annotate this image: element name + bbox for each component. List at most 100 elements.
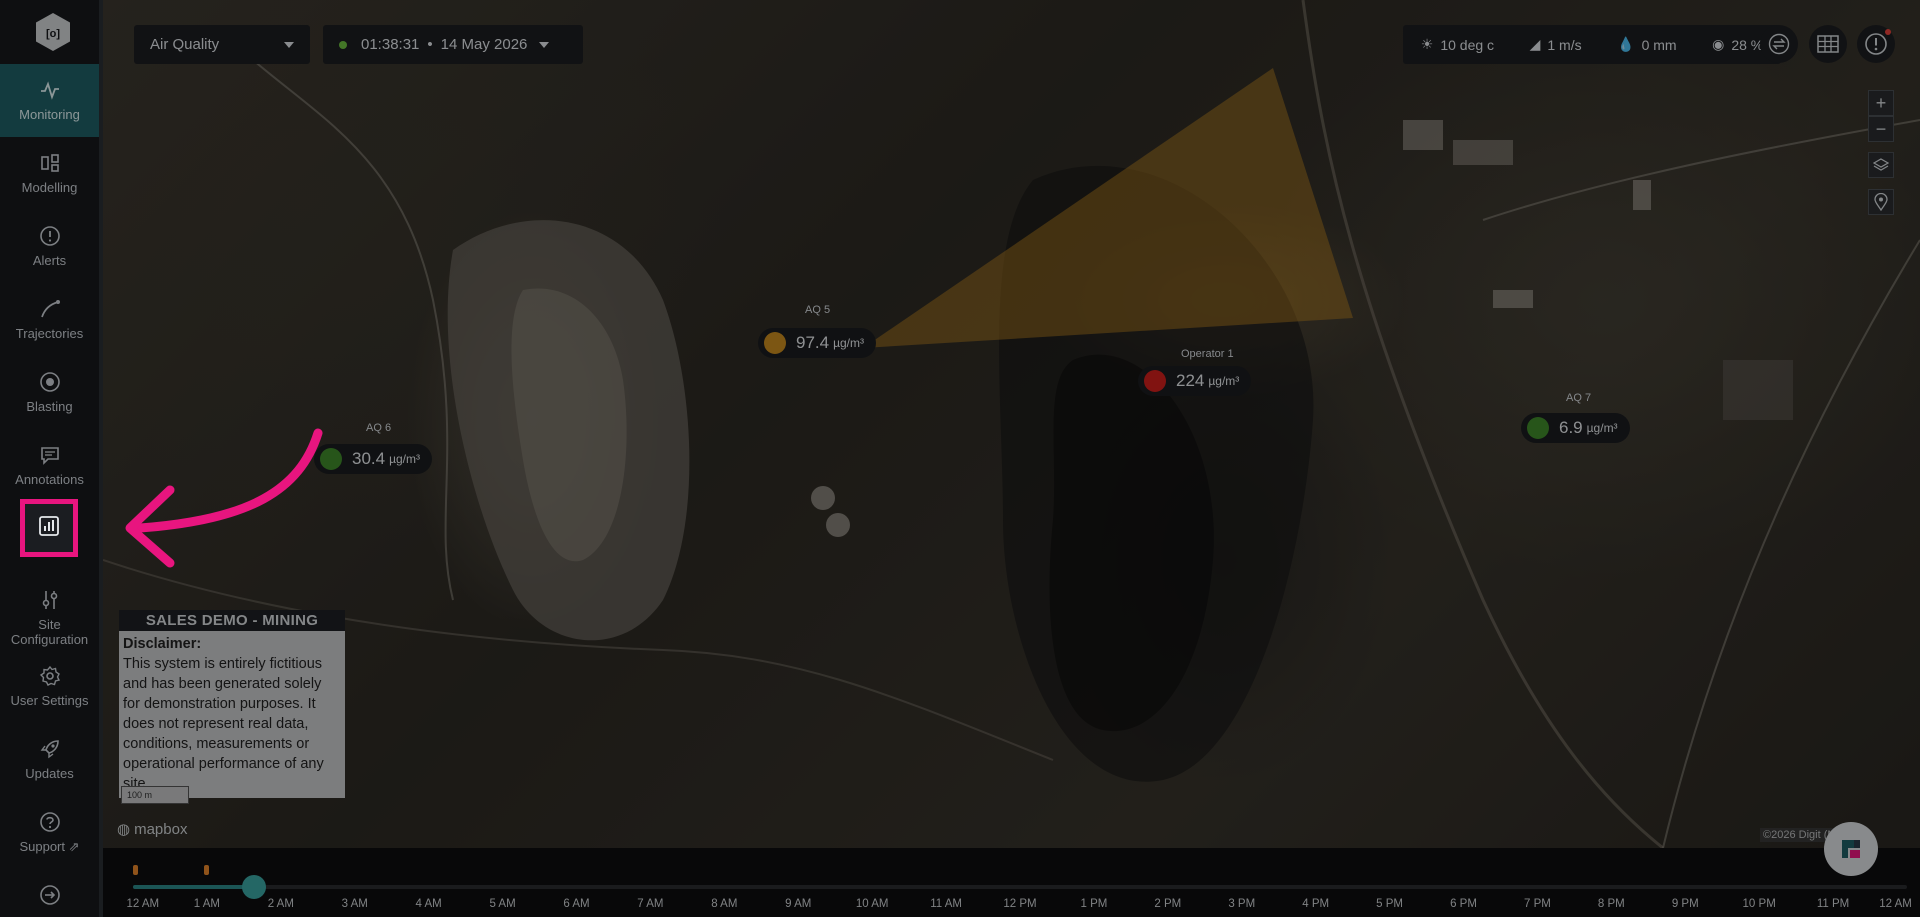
timeline-hour-label: 11 PM: [1816, 898, 1850, 910]
status-dot: [1527, 417, 1549, 439]
timeline-hour-label: 3 PM: [1228, 898, 1256, 910]
satellite-map[interactable]: Air Quality 01:38:31 • 14 May 2026 ☀ 10 d…: [103, 0, 1920, 848]
gear-icon: [39, 665, 61, 687]
help-widget-icon: [1842, 840, 1860, 858]
table-icon: [1817, 35, 1839, 53]
sensor-name: AQ 5: [805, 304, 831, 316]
sidebar-item-trajectories[interactable]: Trajectories: [0, 283, 99, 356]
timeline-hour-label: 9 AM: [785, 898, 812, 910]
weather-temp: ☀ 10 deg c: [1421, 36, 1494, 53]
disclaimer-body: Disclaimer: This system is entirely fict…: [119, 631, 345, 798]
rocket-icon: [39, 738, 61, 760]
sidebar-item-label: Trajectories: [15, 326, 84, 341]
target-icon: [39, 371, 61, 393]
bar-chart-icon: [37, 514, 61, 543]
notification-dot: [1885, 29, 1891, 35]
sidebar-item-label: Site Configuration: [10, 617, 89, 647]
hexagon-logo-icon[interactable]: [o]: [34, 12, 72, 52]
logout-icon: [39, 884, 61, 906]
sidebar-item-modelling[interactable]: Modelling: [0, 137, 99, 210]
sidebar-item-label: Updates: [25, 766, 74, 781]
sidebar-item-label: Support ⇗: [19, 839, 79, 854]
sensor-reading[interactable]: 6.9 µg/m³: [1521, 413, 1630, 443]
sidebar-item-support[interactable]: Support ⇗: [0, 796, 99, 869]
chevron-down-icon: [284, 41, 294, 48]
temp-value: 10 deg c: [1440, 36, 1495, 53]
timeline-hour-label: 7 PM: [1523, 898, 1551, 910]
status-dot: [1144, 370, 1166, 392]
timeline-hour-label: 12 PM: [1003, 898, 1037, 910]
sidebar-item-blasting[interactable]: Blasting: [0, 356, 99, 429]
timeline-hour-label: 11 AM: [930, 898, 962, 910]
sensor-reading[interactable]: 30.4 µg/m³: [314, 444, 433, 474]
sidebar-item-label: Monitoring: [19, 107, 80, 122]
timeline-track[interactable]: [133, 885, 1907, 889]
support-label: Support: [19, 839, 65, 854]
time-select[interactable]: 01:38:31 • 14 May 2026: [323, 25, 583, 64]
alert-circle-icon: [1865, 33, 1887, 55]
timeline-hour-label: 2 AM: [267, 898, 294, 910]
trajectory-icon: [39, 298, 61, 320]
timeline-hour-label: 6 AM: [563, 898, 590, 910]
timeline-hour-label: 5 AM: [489, 898, 516, 910]
status-dot: [764, 332, 786, 354]
sidebar-item-alerts[interactable]: Alerts: [0, 210, 99, 283]
sensor-name: Operator 1: [1181, 348, 1234, 360]
live-status-dot: [339, 40, 347, 49]
dust-plume: [863, 68, 1353, 348]
date-value: 14 May 2026: [440, 36, 528, 53]
time-separator: •: [427, 36, 433, 53]
swap-button[interactable]: [1760, 25, 1798, 63]
timeline-handle[interactable]: [241, 875, 266, 899]
layer-select[interactable]: Air Quality: [134, 25, 310, 64]
sidebar-item-label: Blasting: [26, 399, 73, 414]
disclaimer-title: Disclaimer:: [123, 636, 202, 652]
sensor-value: 30.4: [352, 449, 386, 468]
timeline-hour-label: 4 PM: [1302, 898, 1330, 910]
sensor-reading[interactable]: 97.4 µg/m³: [758, 328, 877, 358]
mapbox-logo[interactable]: ◍ mapbox: [117, 820, 187, 839]
swap-icon: [1768, 33, 1790, 55]
timeline[interactable]: 12 AM 1 AM 2 AM 3 AM 4 AM 5 AM 6 AM 7 AM 8 AM 9 A…: [103, 848, 1920, 917]
grid-view-button[interactable]: [1809, 25, 1847, 63]
timeline-hour-label: 5 PM: [1376, 898, 1403, 910]
humidity-icon: ◉: [1712, 36, 1725, 52]
sidebar-item-site-configuration[interactable]: Site Configuration: [0, 578, 99, 658]
sidebar-item-monitoring[interactable]: Monitoring: [0, 64, 99, 137]
help-widget-button[interactable]: [1824, 822, 1878, 876]
timeline-hour-labels: 12 AM 1 AM 2 AM 3 AM 4 AM 5 AM 6 AM 7 AM 8 AM 9 A…: [103, 898, 1920, 914]
alerts-button[interactable]: [1857, 25, 1895, 63]
weather-humidity: ◉ 28 %: [1712, 36, 1763, 53]
timeline-hour-label: 10 PM: [1742, 898, 1776, 910]
layers-button[interactable]: [1868, 152, 1894, 178]
mapbox-icon: ◍: [117, 821, 131, 838]
sidebar-item-updates[interactable]: Updates: [0, 723, 99, 796]
sidebar: [o] Monitoring Modelling Alerts Trajecto…: [0, 0, 103, 917]
zoom-out-button[interactable]: −: [1868, 116, 1894, 142]
plus-icon: +: [1875, 92, 1887, 113]
event-marker[interactable]: [133, 865, 138, 875]
event-marker[interactable]: [204, 865, 209, 875]
sensor-reading[interactable]: 224 µg/m³: [1138, 366, 1252, 396]
modelling-icon: [39, 152, 61, 174]
weather-bar: ☀ 10 deg c ◢ 1 m/s 💧 0 mm ◉ 28 %: [1403, 25, 1781, 64]
logout-button[interactable]: [0, 870, 99, 917]
sidebar-item-user-settings[interactable]: User Settings: [0, 650, 99, 723]
zoom-in-button[interactable]: +: [1868, 90, 1894, 116]
highlighted-sidebar-item[interactable]: [20, 499, 78, 557]
sidebar-item-label: Annotations: [15, 472, 84, 487]
pulse-icon: [39, 79, 61, 101]
disclaimer-panel: SALES DEMO - MINING Disclaimer: This sys…: [119, 610, 345, 798]
sidebar-item-label: Modelling: [21, 180, 78, 195]
svg-text:[o]: [o]: [46, 28, 60, 40]
comment-icon: [39, 444, 61, 466]
map-pin-icon: [1874, 193, 1888, 211]
weather-wind: ◢ 1 m/s: [1530, 36, 1582, 53]
location-button[interactable]: [1868, 189, 1894, 215]
disclaimer-header: SALES DEMO - MINING: [119, 610, 345, 631]
humidity-value: 28 %: [1731, 36, 1764, 53]
timeline-hour-label: 12 AM: [1879, 898, 1912, 910]
sidebar-item-label: User Settings: [10, 693, 89, 708]
sidebar-item-annotations[interactable]: Annotations: [0, 429, 99, 502]
sun-icon: ☀: [1420, 36, 1434, 52]
